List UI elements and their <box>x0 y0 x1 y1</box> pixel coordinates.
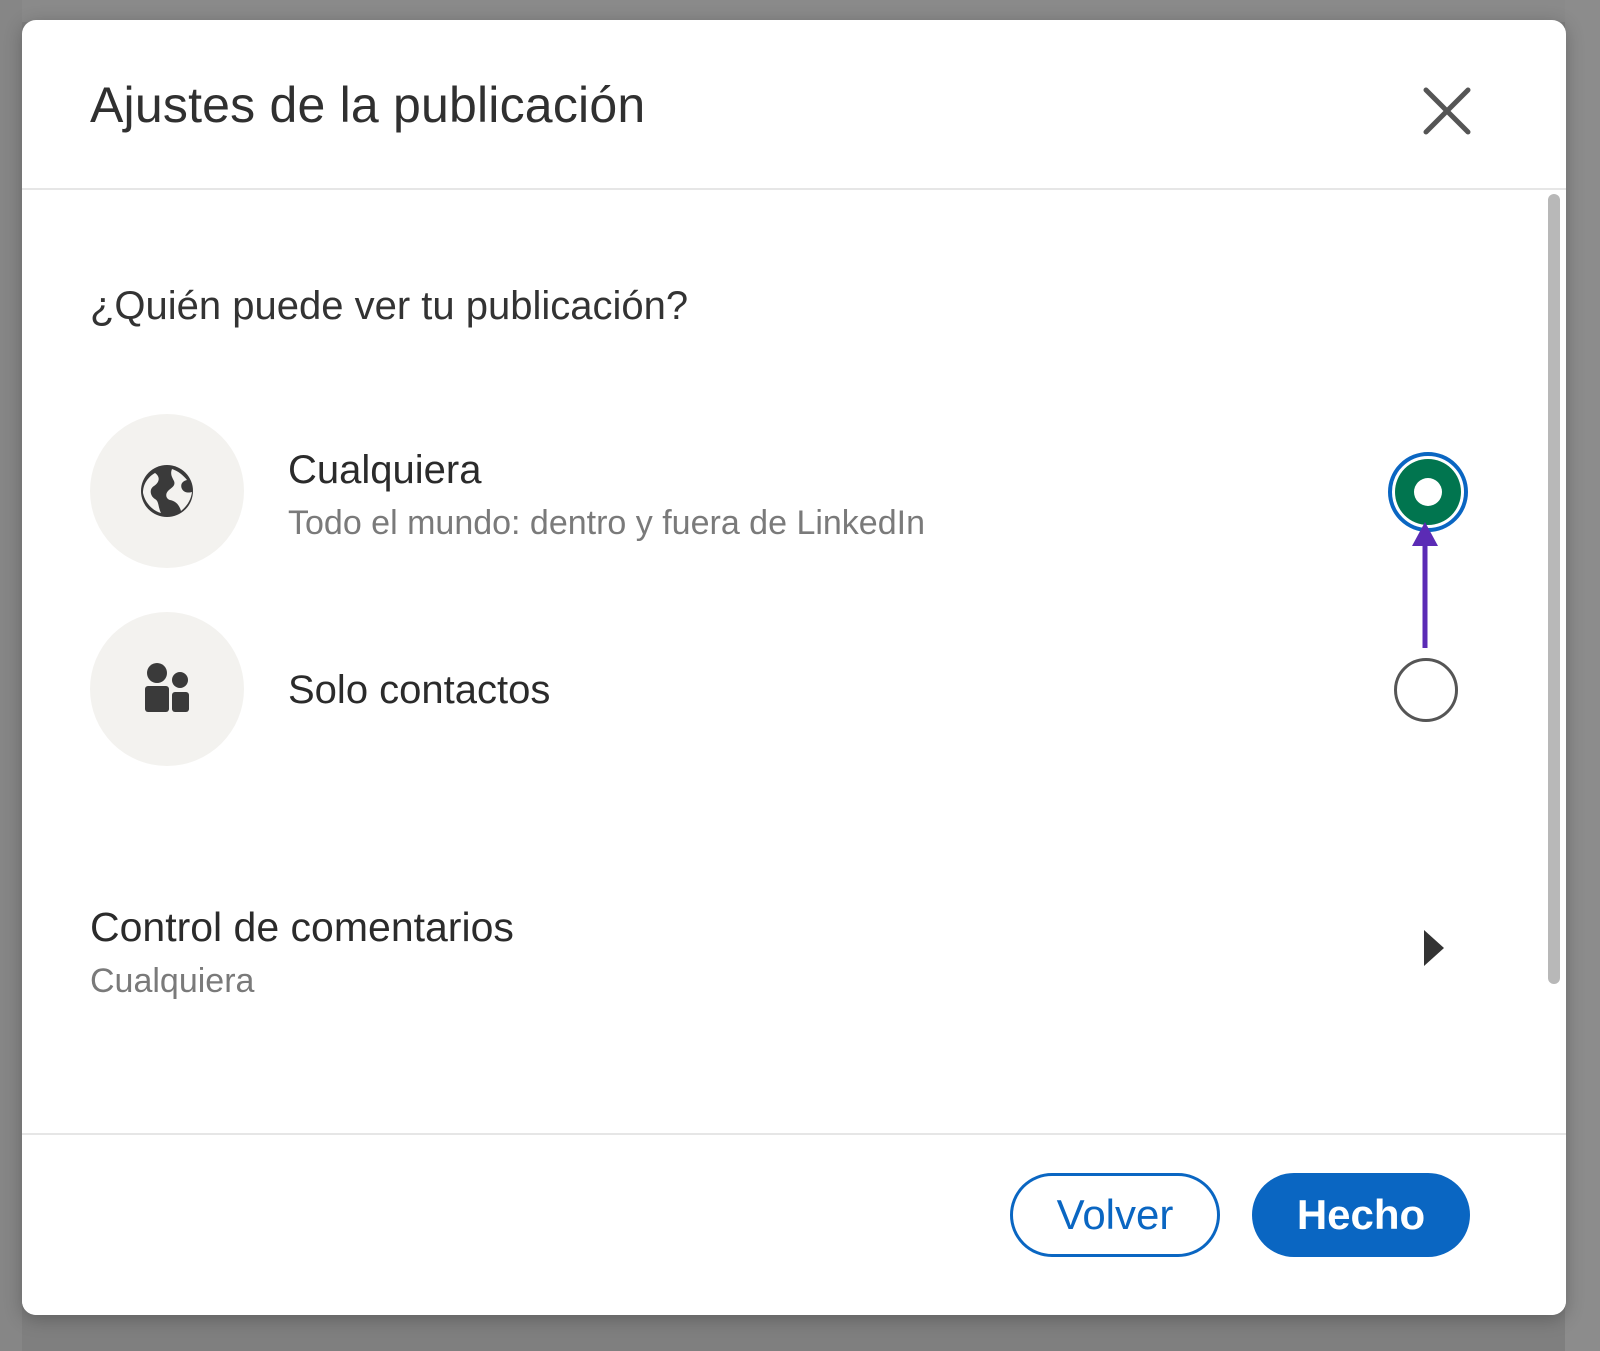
modal-title: Ajustes de la publicación <box>90 77 646 133</box>
caret-right-icon <box>1424 930 1444 966</box>
back-button[interactable]: Volver <box>1010 1173 1220 1257</box>
comments-control-title: Control de comentarios <box>90 904 514 950</box>
visibility-option-anyone[interactable]: Cualquiera Todo el mundo: dentro y fuera… <box>90 414 1510 570</box>
globe-icon-container <box>90 414 244 568</box>
option-subtitle-anyone: Todo el mundo: dentro y fuera de LinkedI… <box>288 504 925 542</box>
comments-control-row[interactable]: Control de comentarios Cualquiera <box>90 884 1510 1004</box>
radio-dot <box>1414 478 1442 506</box>
globe-icon <box>141 465 193 517</box>
page-backdrop-right <box>1565 0 1600 1351</box>
visibility-heading: ¿Quién puede ver tu publicación? <box>90 284 689 328</box>
modal-body: ¿Quién puede ver tu publicación? Cualqui… <box>22 190 1566 1155</box>
modal-header: Ajustes de la publicación <box>22 20 1566 190</box>
option-title-contacts: Solo contactos <box>288 668 551 712</box>
page-backdrop-top <box>0 0 1600 22</box>
comments-control-value: Cualquiera <box>90 962 255 1000</box>
radio-ring <box>1395 459 1461 525</box>
radio-contacts[interactable] <box>1394 658 1458 722</box>
option-title-anyone: Cualquiera <box>288 448 482 492</box>
modal-footer: Volver Hecho <box>22 1133 1566 1315</box>
done-button[interactable]: Hecho <box>1252 1173 1470 1257</box>
visibility-option-contacts[interactable]: Solo contactos <box>90 612 1510 768</box>
page-backdrop-left <box>0 0 22 1351</box>
scrollbar-thumb[interactable] <box>1548 194 1560 984</box>
contacts-icon-container <box>90 612 244 766</box>
contacts-icon <box>145 663 189 712</box>
post-settings-modal: Ajustes de la publicación ¿Quién puede v… <box>22 20 1566 1315</box>
close-icon <box>1423 87 1471 135</box>
radio-anyone-selected[interactable] <box>1388 452 1468 532</box>
close-button[interactable] <box>1412 76 1482 146</box>
